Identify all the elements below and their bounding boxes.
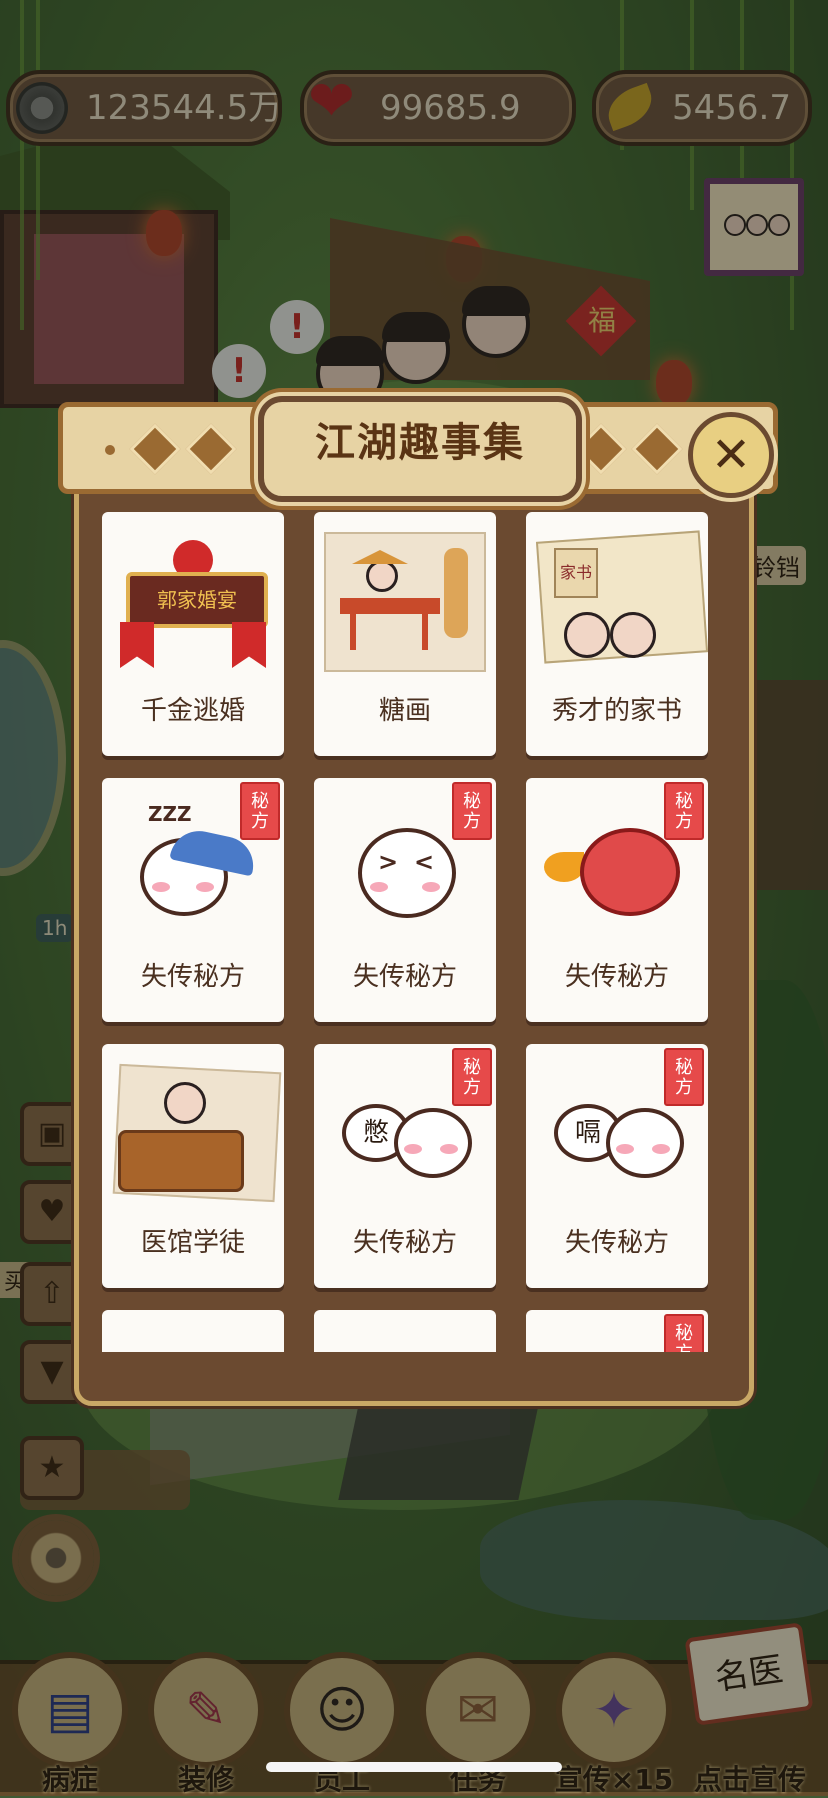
story-card-label: 失传秘方 [352, 1228, 457, 1258]
story-card[interactable]: 秘方 嗝 失传秘方 [526, 1044, 708, 1288]
story-card[interactable]: 医馆学徒 [102, 1044, 284, 1288]
sleepy-bun-icon: ZZZ [112, 798, 274, 938]
story-grid[interactable]: 郭家婚宴 千金逃婚 糖画 家书 秀才的家书 秘方 ZZZ 失传秘方 秘 方 > … [90, 510, 726, 1352]
story-card-label: 糖画 [378, 696, 431, 726]
story-card[interactable]: 秘方 ZZZ 失传秘方 [102, 778, 284, 1022]
story-card-label: 失传秘方 [140, 962, 245, 992]
wedding-sign-text: 郭家婚宴 [126, 572, 268, 628]
story-card-label: 千金逃婚 [140, 696, 245, 726]
sweating-bun-icon: 憋 [324, 1064, 486, 1204]
fire-bun-icon [536, 798, 698, 938]
story-card-label: 失传秘方 [564, 1228, 669, 1258]
story-card-label: 失传秘方 [564, 962, 669, 992]
sugar-painting-icon [324, 532, 486, 672]
crying-bun-icon: > < [324, 798, 486, 938]
family-letter-icon: 家书 [535, 530, 708, 672]
story-card[interactable]: 秘方 憋 失传秘方 [314, 1044, 496, 1288]
story-card-label: 失传秘方 [352, 962, 457, 992]
home-indicator[interactable] [266, 1762, 562, 1772]
story-card[interactable]: 秘方 > < 失传秘方 [314, 778, 496, 1022]
story-card[interactable]: 糖画 [314, 512, 496, 756]
secret-seal: 秘方 [664, 1314, 704, 1352]
story-card-label: 秀才的家书 [551, 696, 682, 726]
speechless-bun-icon: 嗝 [536, 1064, 698, 1204]
clinic-apprentice-icon [112, 1063, 282, 1204]
letter-text: 家书 [554, 548, 598, 598]
story-card[interactable]: 秘方 [526, 1310, 708, 1352]
story-card[interactable]: 秘方 失传秘方 [526, 778, 708, 1022]
story-card[interactable]: 郭家婚宴 千金逃婚 [102, 512, 284, 756]
story-card[interactable] [102, 1310, 284, 1352]
story-card[interactable]: 家书 秀才的家书 [526, 512, 708, 756]
close-button[interactable]: ✕ [688, 412, 774, 498]
story-card-label: 医馆学徒 [140, 1228, 245, 1258]
wedding-sign-icon: 郭家婚宴 [112, 532, 274, 672]
dialog-title: 江湖趣事集 [315, 420, 525, 466]
story-card[interactable] [314, 1310, 496, 1352]
